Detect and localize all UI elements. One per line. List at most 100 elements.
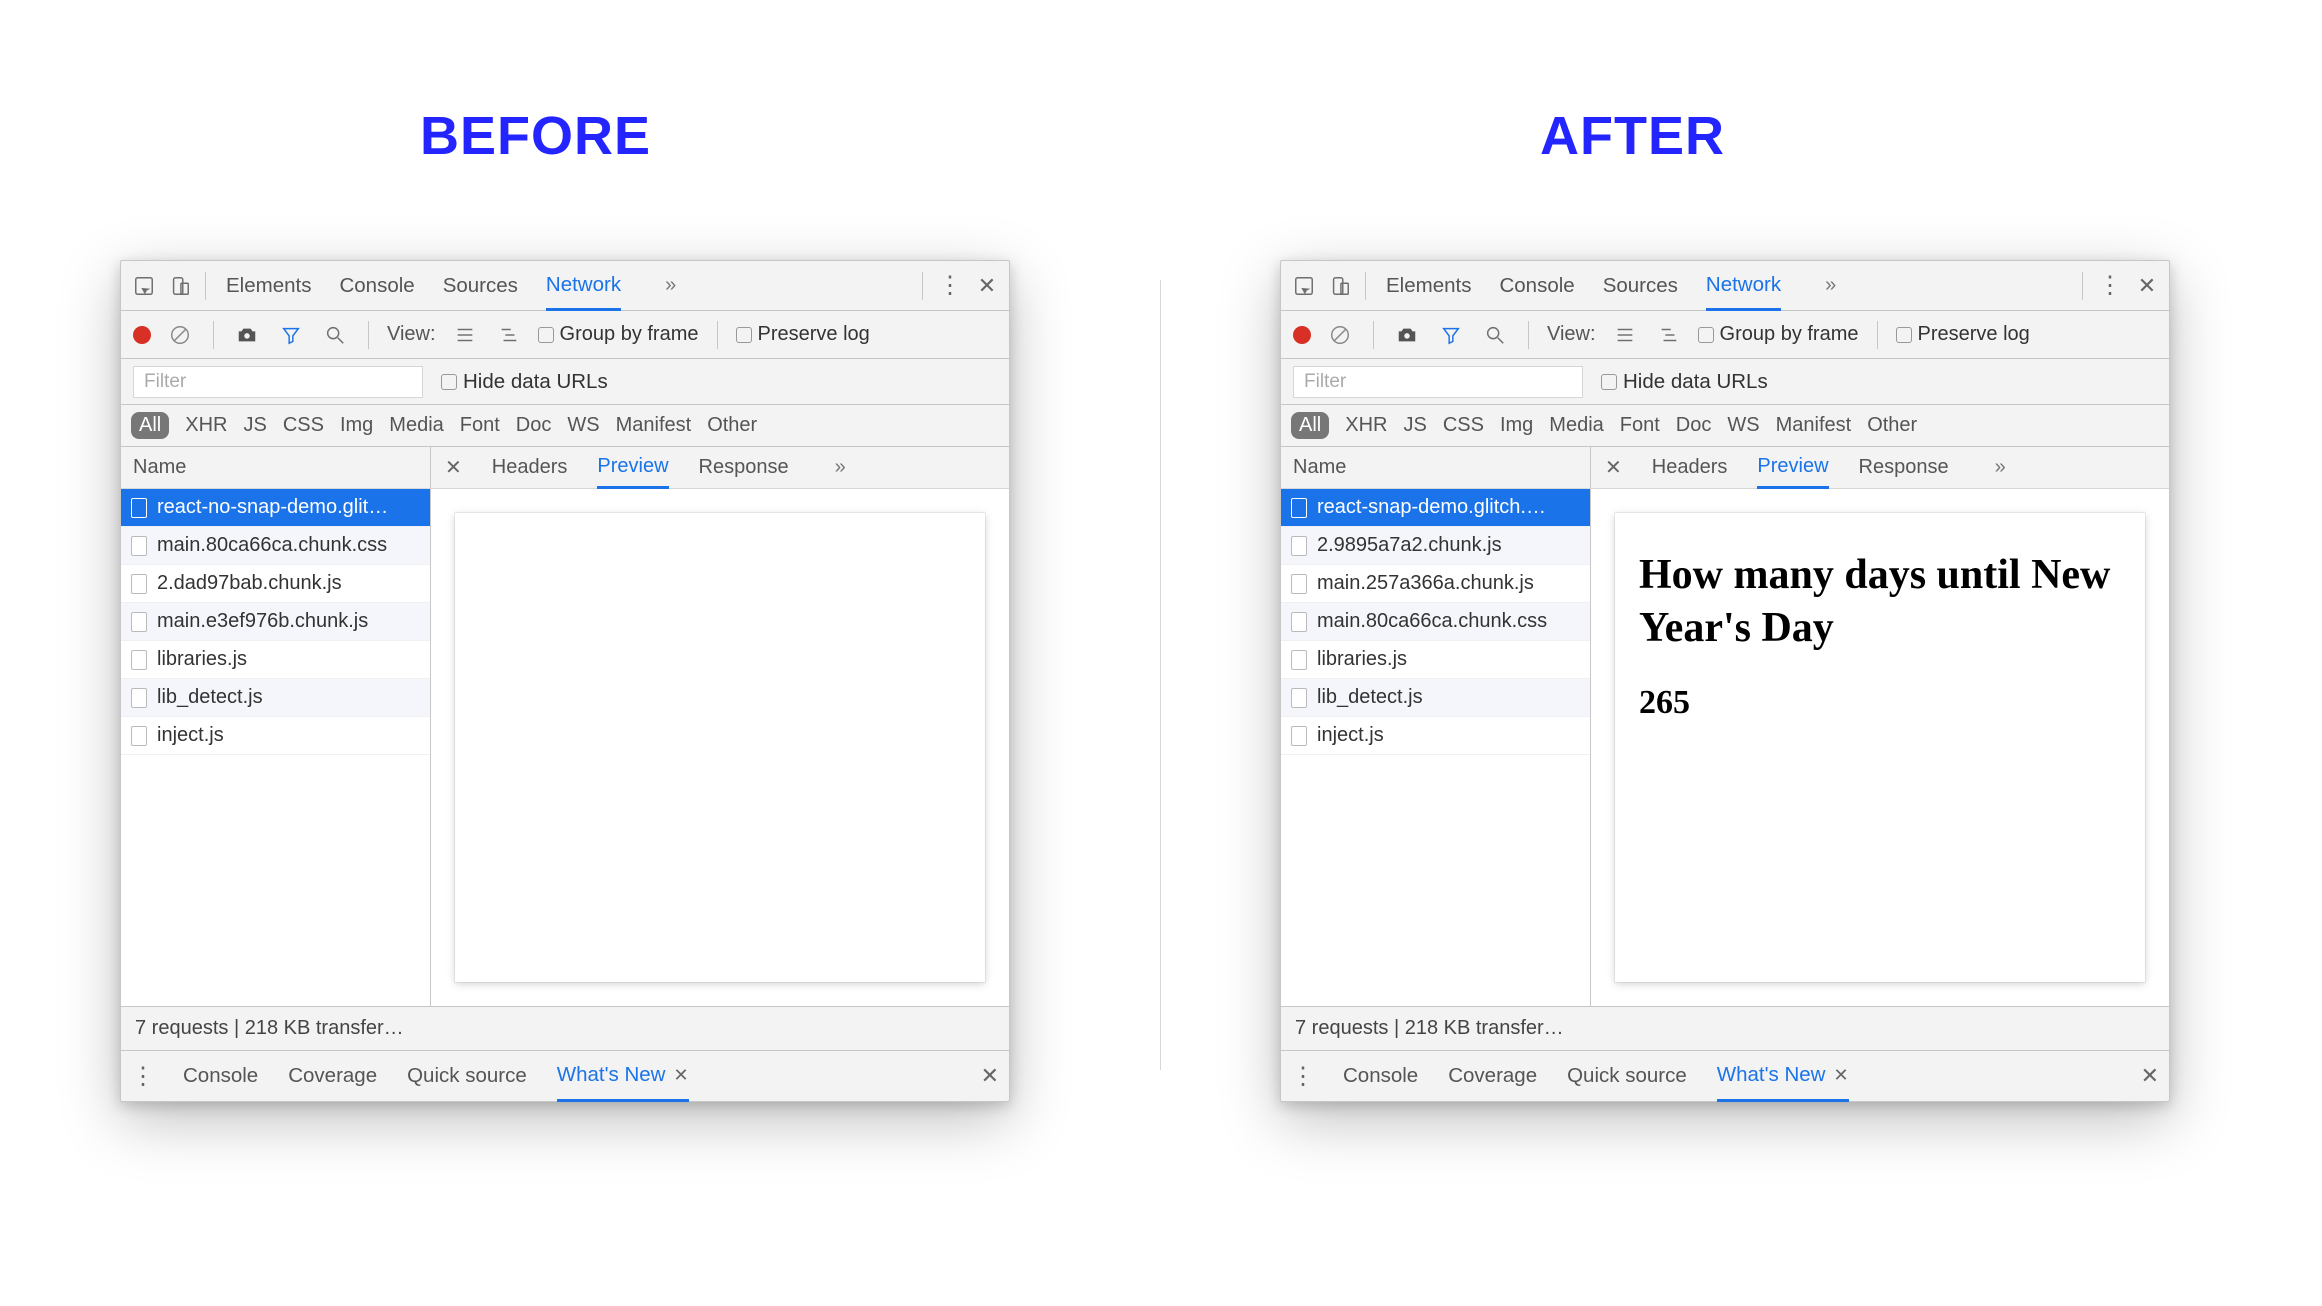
filter-input[interactable]: Filter — [133, 366, 423, 398]
chip-font[interactable]: Font — [1620, 414, 1660, 437]
drawer-close-button[interactable]: ✕ — [981, 1063, 999, 1089]
group-by-frame-checkbox[interactable]: Group by frame — [538, 323, 699, 346]
filter-icon[interactable] — [1436, 320, 1466, 350]
drawer-tab-console[interactable]: Console — [1343, 1051, 1418, 1101]
screenshot-icon[interactable] — [232, 320, 262, 350]
tab-elements[interactable]: Elements — [226, 261, 311, 310]
table-row[interactable]: inject.js — [121, 717, 430, 755]
preserve-log-checkbox[interactable]: Preserve log — [736, 323, 870, 346]
close-icon[interactable]: ✕ — [1833, 1065, 1848, 1086]
drawer-tab-coverage[interactable]: Coverage — [288, 1051, 377, 1101]
tab-response[interactable]: Response — [699, 447, 789, 488]
table-row[interactable]: lib_detect.js — [1281, 679, 1590, 717]
table-row[interactable]: react-snap-demo.glitch.… — [1281, 489, 1590, 527]
tab-response[interactable]: Response — [1859, 447, 1949, 488]
view-list-icon[interactable] — [1610, 320, 1640, 350]
clear-icon[interactable] — [165, 320, 195, 350]
search-icon[interactable] — [1480, 320, 1510, 350]
table-row[interactable]: libraries.js — [1281, 641, 1590, 679]
close-detail-button[interactable]: ✕ — [1605, 455, 1622, 480]
drawer-tab-whatsnew[interactable]: What's New✕ — [1717, 1052, 1849, 1102]
chip-js[interactable]: JS — [1403, 414, 1426, 437]
inspect-icon[interactable] — [1289, 271, 1319, 301]
preserve-log-checkbox[interactable]: Preserve log — [1896, 323, 2030, 346]
tab-console[interactable]: Console — [1499, 261, 1574, 310]
drawer-menu-icon[interactable]: ⋮ — [1291, 1062, 1313, 1091]
chip-font[interactable]: Font — [460, 414, 500, 437]
tab-sources[interactable]: Sources — [1603, 261, 1678, 310]
hide-data-urls-checkbox[interactable]: Hide data URLs — [1601, 370, 1768, 394]
drawer-close-button[interactable]: ✕ — [2141, 1063, 2159, 1089]
tab-preview[interactable]: Preview — [1757, 448, 1828, 489]
tab-sources[interactable]: Sources — [443, 261, 518, 310]
table-row[interactable]: main.257a366a.chunk.js — [1281, 565, 1590, 603]
clear-icon[interactable] — [1325, 320, 1355, 350]
table-row[interactable]: main.e3ef976b.chunk.js — [121, 603, 430, 641]
close-devtools-button[interactable]: ✕ — [2133, 273, 2161, 299]
table-row[interactable]: main.80ca66ca.chunk.css — [1281, 603, 1590, 641]
table-row[interactable]: main.80ca66ca.chunk.css — [121, 527, 430, 565]
chip-img[interactable]: Img — [340, 414, 373, 437]
tab-headers[interactable]: Headers — [1652, 447, 1728, 488]
close-detail-button[interactable]: ✕ — [445, 455, 462, 480]
chip-media[interactable]: Media — [1549, 414, 1603, 437]
view-waterfall-icon[interactable] — [1654, 320, 1684, 350]
table-row[interactable]: 2.9895a7a2.chunk.js — [1281, 527, 1590, 565]
table-row[interactable]: lib_detect.js — [121, 679, 430, 717]
chip-xhr[interactable]: XHR — [1345, 414, 1387, 437]
tabs-overflow-icon[interactable]: » — [1825, 274, 1836, 297]
chip-other[interactable]: Other — [707, 414, 757, 437]
chip-all[interactable]: All — [131, 412, 169, 439]
drawer-tab-coverage[interactable]: Coverage — [1448, 1051, 1537, 1101]
chip-ws[interactable]: WS — [1727, 414, 1759, 437]
drawer-tab-quicksource[interactable]: Quick source — [407, 1051, 527, 1101]
table-row[interactable]: react-no-snap-demo.glit… — [121, 489, 430, 527]
table-row[interactable]: libraries.js — [121, 641, 430, 679]
chip-other[interactable]: Other — [1867, 414, 1917, 437]
drawer-tab-console[interactable]: Console — [183, 1051, 258, 1101]
chip-media[interactable]: Media — [389, 414, 443, 437]
inspect-icon[interactable] — [129, 271, 159, 301]
device-toggle-icon[interactable] — [1325, 271, 1355, 301]
tabs-overflow-icon[interactable]: » — [665, 274, 676, 297]
chip-js[interactable]: JS — [243, 414, 266, 437]
filter-icon[interactable] — [276, 320, 306, 350]
chip-manifest[interactable]: Manifest — [1776, 414, 1852, 437]
table-row[interactable]: 2.dad97bab.chunk.js — [121, 565, 430, 603]
chip-img[interactable]: Img — [1500, 414, 1533, 437]
kebab-menu-icon[interactable]: ⋮ — [935, 271, 965, 301]
chip-all[interactable]: All — [1291, 412, 1329, 439]
group-by-frame-checkbox[interactable]: Group by frame — [1698, 323, 1859, 346]
chip-doc[interactable]: Doc — [1676, 414, 1712, 437]
chip-css[interactable]: CSS — [283, 414, 324, 437]
chip-ws[interactable]: WS — [567, 414, 599, 437]
tab-network[interactable]: Network — [546, 262, 621, 311]
kebab-menu-icon[interactable]: ⋮ — [2095, 271, 2125, 301]
drawer-menu-icon[interactable]: ⋮ — [131, 1062, 153, 1091]
close-icon[interactable]: ✕ — [673, 1065, 688, 1086]
tab-headers[interactable]: Headers — [492, 447, 568, 488]
hide-data-urls-checkbox[interactable]: Hide data URLs — [441, 370, 608, 394]
detail-tabs-overflow-icon[interactable]: » — [1995, 456, 2006, 479]
close-devtools-button[interactable]: ✕ — [973, 273, 1001, 299]
detail-tabs-overflow-icon[interactable]: » — [835, 456, 846, 479]
tab-network[interactable]: Network — [1706, 262, 1781, 311]
drawer-tab-whatsnew[interactable]: What's New✕ — [557, 1052, 689, 1102]
chip-css[interactable]: CSS — [1443, 414, 1484, 437]
view-waterfall-icon[interactable] — [494, 320, 524, 350]
tab-elements[interactable]: Elements — [1386, 261, 1471, 310]
screenshot-icon[interactable] — [1392, 320, 1422, 350]
record-button[interactable] — [1293, 326, 1311, 344]
filter-input[interactable]: Filter — [1293, 366, 1583, 398]
chip-manifest[interactable]: Manifest — [616, 414, 692, 437]
tab-console[interactable]: Console — [339, 261, 414, 310]
record-button[interactable] — [133, 326, 151, 344]
tab-preview[interactable]: Preview — [597, 448, 668, 489]
search-icon[interactable] — [320, 320, 350, 350]
chip-doc[interactable]: Doc — [516, 414, 552, 437]
device-toggle-icon[interactable] — [165, 271, 195, 301]
view-list-icon[interactable] — [450, 320, 480, 350]
drawer-tab-quicksource[interactable]: Quick source — [1567, 1051, 1687, 1101]
chip-xhr[interactable]: XHR — [185, 414, 227, 437]
table-row[interactable]: inject.js — [1281, 717, 1590, 755]
